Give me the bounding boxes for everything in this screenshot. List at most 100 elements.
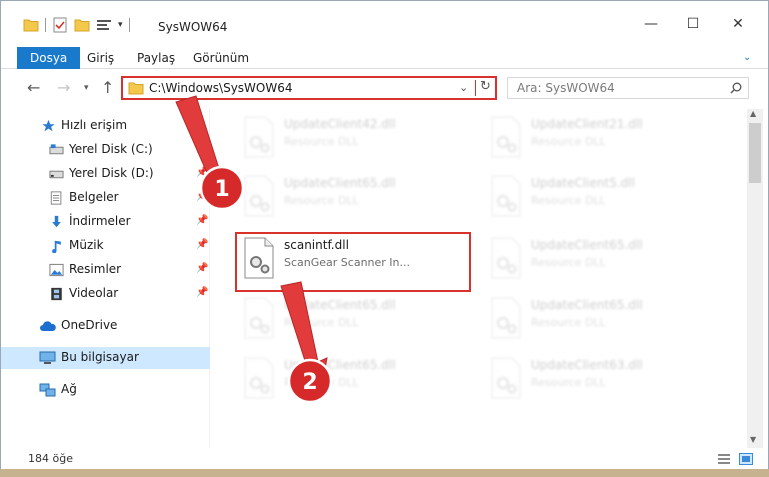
details-view-icon[interactable]	[717, 453, 731, 465]
vertical-scrollbar[interactable]: ▲ ▼	[747, 109, 763, 449]
pin-icon[interactable]: 📌	[196, 263, 208, 274]
file-name: UpdateClient65.dll	[284, 298, 396, 312]
dll-file-icon	[244, 357, 274, 399]
drive-icon	[49, 170, 64, 179]
file-name: UpdateClient65.dll	[284, 176, 396, 190]
minimize-button[interactable]: —	[636, 13, 666, 35]
dll-file-icon	[491, 175, 521, 217]
properties-icon[interactable]	[52, 17, 68, 33]
list-item[interactable]: UpdateClient65.dll Resource DLL	[235, 172, 465, 224]
list-item[interactable]: UpdateClient65.dll Resource DLL	[235, 294, 465, 346]
pin-icon[interactable]: 📌	[196, 167, 208, 178]
file-name: UpdateClient65.dll	[531, 238, 643, 252]
list-item[interactable]: UpdateClient5.dll Resource DLL	[482, 172, 712, 224]
desktop-background	[0, 469, 769, 477]
sidebar-item-videos[interactable]: Videolar 📌	[1, 283, 210, 305]
drive-icon	[49, 144, 64, 155]
dll-file-icon	[491, 297, 521, 339]
sidebar-item-music[interactable]: Müzik 📌	[1, 235, 210, 257]
search-icon[interactable]	[730, 82, 742, 94]
sidebar-item-local-disk-c[interactable]: Yerel Disk (C:) 📌	[1, 139, 210, 161]
cloud-icon	[40, 321, 56, 331]
file-description: Resource DLL	[531, 256, 606, 269]
file-name: UpdateClient42.dll	[284, 117, 396, 131]
sidebar-item-network[interactable]: Ağ	[1, 379, 210, 401]
folder-icon	[23, 19, 39, 32]
status-bar: 184 öğe	[1, 448, 768, 470]
download-arrow-icon	[52, 215, 61, 228]
scroll-up-arrow-icon[interactable]: ▲	[750, 109, 756, 118]
quick-access-toolbar: ▾	[23, 15, 130, 35]
sidebar-item-label: Müzik	[69, 238, 104, 252]
sidebar-item-onedrive[interactable]: OneDrive	[1, 315, 210, 337]
address-separator	[475, 80, 476, 96]
file-description: Resource DLL	[284, 376, 359, 389]
list-item[interactable]: UpdateClient21.dll Resource DLL	[482, 113, 712, 165]
search-box[interactable]: Ara: SysWOW64	[507, 77, 749, 99]
sidebar-item-label: Belgeler	[69, 190, 119, 204]
sidebar-item-pictures[interactable]: Resimler 📌	[1, 259, 210, 281]
file-name: UpdateClient63.dll	[531, 358, 643, 372]
sidebar-item-label: Bu bilgisayar	[61, 350, 139, 364]
up-arrow-icon[interactable]: ↑	[101, 79, 114, 97]
sidebar-item-label: Resimler	[69, 262, 122, 276]
large-icons-view-icon[interactable]	[739, 453, 753, 465]
selected-file-highlight	[235, 232, 471, 292]
list-item[interactable]: UpdateClient42.dll Resource DLL	[235, 113, 465, 165]
item-count: 184 öğe	[28, 452, 73, 465]
dll-file-icon	[244, 116, 274, 158]
sidebar-item-documents[interactable]: Belgeler 📌	[1, 187, 210, 209]
pin-icon[interactable]: 📌	[196, 215, 208, 226]
title-bar: ▾ SysWOW64 — ☐ ✕	[1, 1, 768, 43]
address-path[interactable]: C:\Windows\SysWOW64	[149, 81, 293, 95]
list-item[interactable]: UpdateClient63.dll Resource DLL	[482, 354, 712, 406]
file-description: Resource DLL	[531, 194, 606, 207]
tab-dosya[interactable]: Dosya	[17, 47, 81, 69]
pin-icon[interactable]: 📌	[196, 239, 208, 250]
tab-gorunum[interactable]: Görünüm	[193, 47, 249, 69]
pin-icon[interactable]: 📌	[196, 143, 208, 154]
folder-icon	[128, 82, 144, 95]
sidebar-item-label: Videolar	[69, 286, 119, 300]
address-dropdown-chevron-icon[interactable]: ⌄	[459, 81, 468, 94]
list-item[interactable]: UpdateClient65.dll Resource DLL	[235, 354, 465, 406]
navigation-pane: Hızlı erişim Yerel Disk (C:) 📌 Yerel Dis…	[1, 109, 210, 447]
maximize-button[interactable]: ☐	[678, 13, 708, 35]
sidebar-item-label: Hızlı erişim	[61, 118, 128, 132]
sidebar-item-local-disk-d[interactable]: Yerel Disk (D:) 📌	[1, 163, 210, 185]
sidebar-item-downloads[interactable]: İndirmeler 📌	[1, 211, 210, 233]
search-input[interactable]: Ara: SysWOW64	[517, 81, 615, 95]
sidebar-item-label: OneDrive	[61, 318, 118, 332]
file-description: Resource DLL	[531, 135, 606, 148]
sidebar-item-quick-access[interactable]: Hızlı erişim	[1, 115, 210, 137]
back-arrow-icon[interactable]: ←	[27, 79, 40, 97]
scroll-down-arrow-icon[interactable]: ▼	[750, 435, 756, 444]
list-item[interactable]: UpdateClient65.dll Resource DLL	[482, 294, 712, 346]
dll-file-icon	[491, 357, 521, 399]
scroll-thumb[interactable]	[749, 123, 761, 183]
expand-ribbon-chevron-icon[interactable]: ⌄	[743, 47, 751, 69]
address-bar[interactable]: C:\Windows\SysWOW64 ⌄ ↻	[121, 76, 497, 100]
file-description: Resource DLL	[284, 316, 359, 329]
tab-giris[interactable]: Giriş	[87, 47, 114, 69]
view-options-icon[interactable]	[96, 18, 112, 32]
new-folder-icon[interactable]	[74, 18, 90, 32]
dll-file-icon	[244, 297, 274, 339]
tab-paylas[interactable]: Paylaş	[137, 47, 175, 69]
sidebar-item-this-pc[interactable]: Bu bilgisayar	[1, 347, 210, 369]
close-button[interactable]: ✕	[723, 13, 753, 35]
pin-icon[interactable]: 📌	[196, 287, 208, 298]
dll-file-icon	[491, 116, 521, 158]
music-note-icon	[52, 240, 61, 253]
file-name: UpdateClient65.dll	[531, 298, 643, 312]
file-description: Resource DLL	[531, 316, 606, 329]
window-title: SysWOW64	[158, 20, 228, 34]
list-item[interactable]: UpdateClient65.dll Resource DLL	[482, 234, 712, 286]
network-icon	[39, 383, 56, 397]
dll-file-icon	[491, 237, 521, 279]
customize-qat-chevron-icon[interactable]: ▾	[118, 20, 123, 30]
pin-icon[interactable]: 📌	[196, 191, 208, 202]
refresh-icon[interactable]: ↻	[480, 79, 491, 94]
forward-arrow-icon[interactable]: →	[57, 79, 70, 97]
recent-locations-chevron-icon[interactable]: ▾	[84, 79, 89, 97]
